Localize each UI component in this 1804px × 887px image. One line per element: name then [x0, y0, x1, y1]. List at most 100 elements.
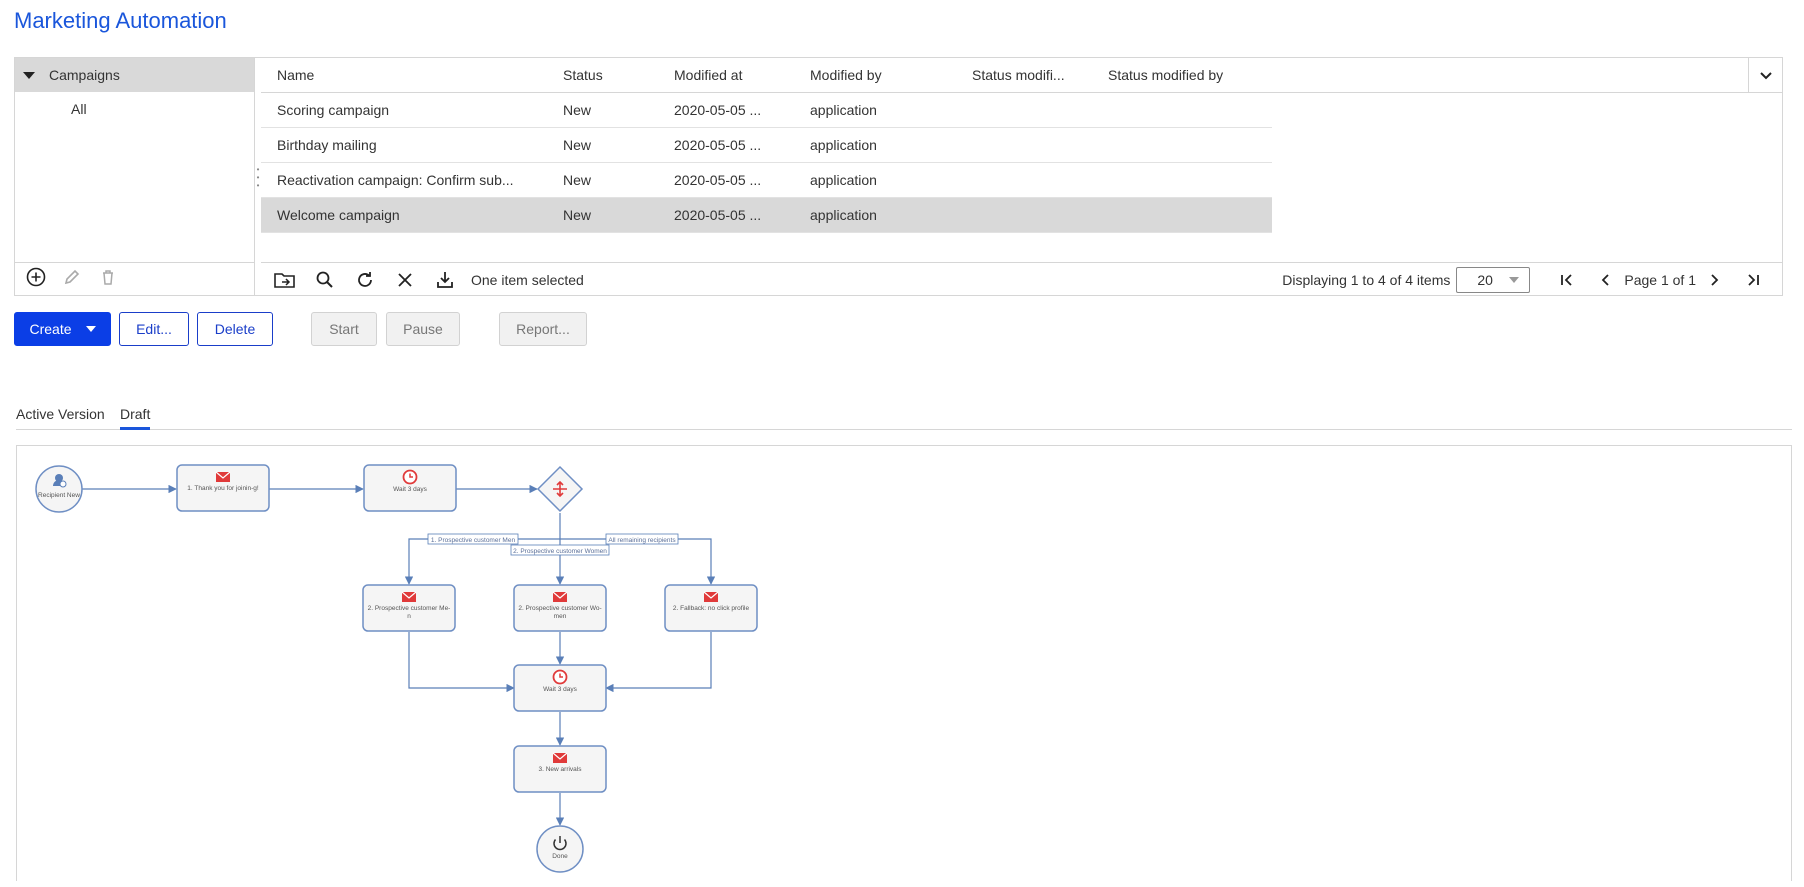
- column-header-status[interactable]: Status: [547, 67, 658, 83]
- tree-toolbar: [15, 262, 255, 296]
- page-title: Marketing Automation: [14, 8, 227, 33]
- clock-icon: [552, 669, 568, 685]
- folder-move-icon[interactable]: [271, 266, 299, 294]
- cell-modified-at: 2020-05-05 ...: [674, 137, 762, 153]
- wait-1-label: Wait 3 days: [393, 486, 427, 493]
- table-row[interactable]: Scoring campaign New 2020-05-05 ... appl…: [261, 93, 1272, 128]
- close-icon[interactable]: [391, 266, 419, 294]
- branch-label-remaining-text: All remaining recipients: [608, 537, 676, 544]
- trash-icon[interactable]: [97, 266, 119, 293]
- prev-page-icon[interactable]: [1592, 267, 1618, 293]
- email-1-label: 1. Thank you for joinin-g!: [187, 485, 259, 492]
- end-node-label: Done: [552, 853, 568, 860]
- workflow-node-wait-2[interactable]: Wait 3 days: [513, 664, 607, 712]
- branch-label-women-text: 2. Prospective customer Women: [513, 548, 607, 555]
- workflow-node-end[interactable]: Done: [536, 825, 584, 873]
- email-women-label: 2. Prospective customer Wo-men: [518, 605, 602, 620]
- collapse-triangle-icon[interactable]: [23, 71, 35, 79]
- download-icon[interactable]: [431, 266, 459, 294]
- next-page-icon[interactable]: [1702, 267, 1728, 293]
- start-node-label: Recipient New: [38, 492, 80, 499]
- cell-status: New: [563, 137, 592, 153]
- start-button[interactable]: Start: [311, 312, 377, 346]
- caret-down-icon: [1509, 277, 1520, 283]
- mail-icon: [215, 471, 231, 483]
- mail-icon: [552, 752, 568, 764]
- campaign-tree: Campaigns All: [15, 58, 255, 262]
- pager-display-text: Displaying 1 to 4 of 4 items: [1282, 272, 1451, 288]
- table-row[interactable]: Birthday mailing New 2020-05-05 ... appl…: [261, 128, 1272, 163]
- cell-name: Scoring campaign: [277, 102, 390, 118]
- page-indicator: Page 1 of 1: [1624, 272, 1696, 288]
- create-button[interactable]: Create: [14, 312, 111, 346]
- tab-draft[interactable]: Draft: [120, 406, 151, 430]
- column-header-name[interactable]: Name: [261, 67, 547, 83]
- workflow-node-start[interactable]: Recipient New: [35, 465, 83, 513]
- search-icon[interactable]: [311, 266, 339, 294]
- workflow-node-email-fallback[interactable]: 2. Fallback: no click profile: [664, 584, 758, 632]
- tree-item-all[interactable]: All: [15, 92, 254, 126]
- tree-node-campaigns[interactable]: Campaigns: [15, 58, 254, 92]
- workflow-node-email-women[interactable]: 2. Prospective customer Wo-men: [513, 584, 607, 632]
- cell-status: New: [563, 172, 592, 188]
- cell-modified-at: 2020-05-05 ...: [674, 172, 762, 188]
- workflow-node-wait-1[interactable]: Wait 3 days: [363, 464, 457, 512]
- email-men-label: 2. Prospective customer Me-n: [367, 605, 451, 620]
- email-3-label: 3. New arrivals: [538, 766, 582, 773]
- workflow-diagram: 1. Prospective customer Men 2. Prospecti…: [35, 464, 758, 873]
- branch-label-women[interactable]: 2. Prospective customer Women: [510, 544, 610, 556]
- workflow-node-split[interactable]: [536, 465, 584, 513]
- email-fallback-label: 2. Fallback: no click profile: [672, 605, 750, 612]
- grid-header: Name Status Modified at Modified by Stat…: [261, 58, 1782, 93]
- cell-name: Birthday mailing: [277, 137, 377, 153]
- table-row-selected[interactable]: Welcome campaign New 2020-05-05 ... appl…: [261, 198, 1272, 233]
- branch-label-men-text: 1. Prospective customer Men: [431, 537, 516, 544]
- mail-icon: [401, 591, 417, 603]
- workflow-node-email-1[interactable]: 1. Thank you for joinin-g!: [176, 464, 270, 512]
- cell-modified-by: application: [810, 172, 877, 188]
- workflow-node-email-men[interactable]: 2. Prospective customer Me-n: [362, 584, 456, 632]
- mail-icon: [552, 591, 568, 603]
- column-header-modified-at[interactable]: Modified at: [658, 67, 794, 83]
- column-header-status-modified-by[interactable]: Status modified by: [1092, 67, 1272, 83]
- cell-name: Welcome campaign: [277, 207, 400, 223]
- cell-modified-at: 2020-05-05 ...: [674, 207, 762, 223]
- tree-node-label: Campaigns: [49, 67, 120, 83]
- cell-name: Reactivation campaign: Confirm sub...: [277, 172, 514, 188]
- first-page-icon[interactable]: [1554, 267, 1580, 293]
- column-header-modified-by[interactable]: Modified by: [794, 67, 956, 83]
- workflow-node-email-3[interactable]: 3. New arrivals: [513, 745, 607, 793]
- campaign-panel: Campaigns All • • • Name Status Modified a…: [14, 57, 1783, 296]
- report-button[interactable]: Report...: [499, 312, 587, 346]
- refresh-icon[interactable]: [351, 266, 379, 294]
- pause-button[interactable]: Pause: [386, 312, 460, 346]
- add-circle-icon[interactable]: [25, 266, 47, 293]
- table-row[interactable]: Reactivation campaign: Confirm sub... Ne…: [261, 163, 1272, 198]
- branch-label-remaining[interactable]: All remaining recipients: [605, 533, 679, 545]
- action-bar: Create Edit... Delete Start Pause Report…: [14, 312, 814, 346]
- page-size-value: 20: [1477, 272, 1493, 288]
- cell-modified-by: application: [810, 207, 877, 223]
- edit-pencil-icon[interactable]: [61, 266, 83, 293]
- cell-modified-by: application: [810, 137, 877, 153]
- delete-button[interactable]: Delete: [197, 312, 273, 346]
- campaign-grid: Name Status Modified at Modified by Stat…: [261, 58, 1782, 262]
- branch-label-men[interactable]: 1. Prospective customer Men: [427, 533, 519, 545]
- chevron-down-icon: [1759, 71, 1772, 79]
- caret-down-icon: [85, 326, 96, 332]
- selection-status: One item selected: [471, 271, 584, 288]
- edit-button[interactable]: Edit...: [119, 312, 189, 346]
- last-page-icon[interactable]: [1740, 267, 1766, 293]
- cell-status: New: [563, 207, 592, 223]
- cell-status: New: [563, 102, 592, 118]
- column-menu-button[interactable]: [1748, 58, 1782, 93]
- clock-icon: [402, 469, 418, 485]
- tab-active-version[interactable]: Active Version: [16, 406, 105, 422]
- page-size-select[interactable]: 20: [1456, 267, 1531, 293]
- column-header-status-modified[interactable]: Status modifi...: [956, 67, 1092, 83]
- wait-2-label: Wait 3 days: [543, 686, 577, 693]
- cell-modified-at: 2020-05-05 ...: [674, 102, 762, 118]
- version-tabs: Active Version Draft: [16, 402, 1792, 430]
- grid-toolbar: One item selected Displaying 1 to 4 of 4…: [261, 262, 1782, 296]
- pager: Displaying 1 to 4 of 4 items 20 Page 1 o…: [1282, 263, 1772, 297]
